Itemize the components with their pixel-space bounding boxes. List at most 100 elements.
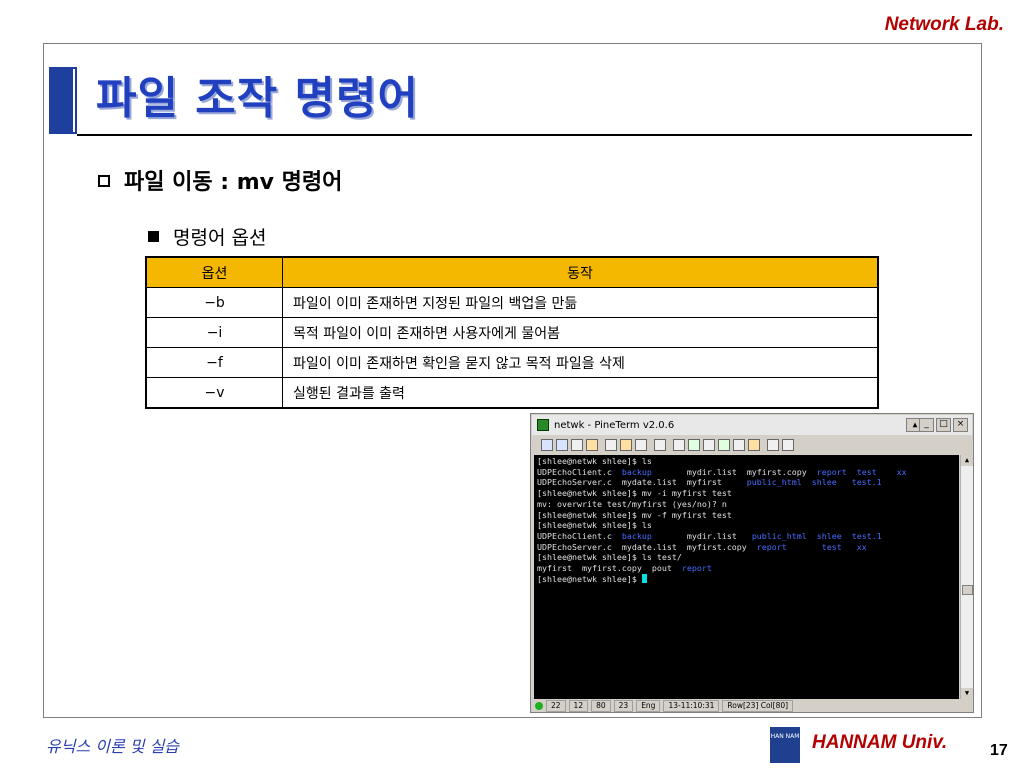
new-session-icon[interactable]: [541, 439, 553, 451]
terminal-text: UDPEchoServer.c mydate.list myfirst: [537, 477, 747, 488]
terminal-line: [shlee@netwk shlee]$ mv -f myfirst test: [537, 510, 956, 521]
terminal-text: [shlee@netwk shlee]$ ls: [537, 456, 652, 466]
settings-icon[interactable]: [703, 439, 715, 451]
scroll-down-icon[interactable]: ▼: [961, 688, 973, 699]
terminal-line: myfirst myfirst.copy pout report: [537, 563, 956, 574]
square-bullet-icon: [148, 231, 159, 242]
terminal-line: UDPEchoServer.c mydate.list myfirst publ…: [537, 477, 956, 488]
terminal-text: UDPEchoClient.c: [537, 530, 622, 541]
terminal-text: report: [681, 563, 712, 574]
course-title: 유닉스 이론 및 실습: [46, 737, 180, 756]
connection-status-icon: [535, 702, 543, 710]
terminal-text: mydir.list: [651, 530, 752, 541]
terminal-line: [shlee@netwk shlee]$ ls: [537, 456, 956, 467]
title-accent-bar: [49, 67, 77, 134]
status-field: Eng: [636, 700, 661, 712]
close-button[interactable]: ×: [953, 418, 968, 432]
table-cell-option: −b: [145, 287, 283, 318]
header-brand: Network Lab.: [884, 14, 1004, 35]
terminal-line: mv: overwrite test/myfirst (yes/no)? n: [537, 499, 956, 510]
status-field: 22: [546, 700, 566, 712]
terminal-text: [shlee@netwk shlee]$: [537, 573, 642, 584]
terminal-icon[interactable]: [733, 439, 745, 451]
terminal-cursor: [641, 573, 647, 583]
slide-title: 파일 조작 명령어: [96, 73, 419, 124]
title-divider: [77, 134, 972, 136]
table-cell-option: −f: [145, 347, 283, 378]
table-header-action: 동작: [282, 256, 879, 288]
terminal-line: [shlee@netwk shlee]$ ls test/: [537, 552, 956, 563]
table-row: −f 파일이 이미 존재하면 확인을 묻지 않고 목적 파일을 삭제: [145, 347, 879, 378]
transfer-icon[interactable]: [673, 439, 685, 451]
table-row: −i 목적 파일이 이미 존재하면 사용자에게 물어봄: [145, 317, 879, 348]
bullet-main-text: 파일 이동 : mv 명령어: [124, 170, 343, 195]
status-field: 13-11:10:31: [663, 700, 720, 712]
table-cell-desc: 실행된 결과를 출력: [282, 377, 879, 409]
terminal-text: backup: [621, 466, 652, 477]
terminal-titlebar[interactable]: netwk - PineTerm v2.0.6 ▲ _ □ ×: [532, 415, 972, 435]
find-icon[interactable]: [635, 439, 647, 451]
status-field: 80: [591, 700, 611, 712]
terminal-text: [shlee@netwk shlee]$ mv -i myfirst test: [537, 488, 732, 499]
table-row: −v 실행된 결과를 출력: [145, 377, 879, 409]
terminal-text: mydir.list myfirst.copy: [651, 466, 817, 477]
status-field: 23: [613, 700, 634, 712]
terminal-text: public_html shlee test.1: [751, 530, 882, 541]
table-row: −b 파일이 이미 존재하면 지정된 파일의 백업을 만듦: [145, 287, 879, 318]
terminal-app-icon: [537, 419, 549, 431]
university-logo: HAN NAM: [770, 727, 800, 763]
screen-icon[interactable]: [767, 439, 779, 451]
terminal-screen[interactable]: [shlee@netwk shlee]$ ls UDPEchoClient.c b…: [534, 455, 959, 699]
status-field: 12: [568, 700, 589, 712]
terminal-text: UDPEchoClient.c: [537, 466, 622, 477]
save-log-icon[interactable]: [586, 439, 598, 451]
terminal-line: UDPEchoServer.c mydate.list myfirst.copy…: [537, 542, 956, 553]
open-session-icon[interactable]: [556, 439, 568, 451]
university-name: HANNAM Univ.: [812, 732, 948, 753]
terminal-text: backup: [621, 530, 652, 541]
minimize-button[interactable]: _: [919, 418, 934, 432]
terminal-line: [shlee@netwk shlee]$: [537, 573, 956, 585]
terminal-text: report test xx: [816, 466, 907, 477]
terminal-text: report test xx: [756, 541, 867, 552]
window-controls: _ □ ×: [919, 418, 968, 432]
edit-icon[interactable]: [748, 439, 760, 451]
maximize-button[interactable]: □: [936, 418, 951, 432]
terminal-line: [shlee@netwk shlee]$ mv -i myfirst test: [537, 488, 956, 499]
terminal-title: netwk - PineTerm v2.0.6: [554, 419, 675, 431]
paste-icon[interactable]: [620, 439, 632, 451]
terminal-line: UDPEchoClient.c backup mydir.list public…: [537, 531, 956, 542]
table-cell-desc: 파일이 이미 존재하면 확인을 묻지 않고 목적 파일을 삭제: [282, 347, 879, 378]
table-cell-option: −i: [145, 317, 283, 348]
terminal-text: UDPEchoServer.c mydate.list myfirst.copy: [537, 541, 757, 552]
terminal-statusbar: 22 12 80 23 Eng 13-11:10:31 Row[23] Col[…: [533, 700, 971, 712]
key-icon[interactable]: [688, 439, 700, 451]
terminal-text: [shlee@netwk shlee]$ ls test/: [537, 552, 682, 563]
bullet-sub: 명령어 옵션: [148, 223, 266, 250]
terminal-toolbar: [533, 436, 971, 454]
table-cell-desc: 파일이 이미 존재하면 지정된 파일의 백업을 만듦: [282, 287, 879, 318]
terminal-text: [shlee@netwk shlee]$ mv -f myfirst test: [537, 509, 732, 520]
terminal-text: myfirst myfirst.copy pout: [537, 563, 682, 574]
scroll-thumb[interactable]: [962, 585, 973, 595]
terminal-line: [shlee@netwk shlee]$ ls: [537, 520, 956, 531]
table-cell-desc: 목적 파일이 이미 존재하면 사용자에게 물어봄: [282, 317, 879, 348]
scroll-up-icon[interactable]: ▲: [961, 455, 973, 466]
print-icon[interactable]: [654, 439, 666, 451]
terminal-line: UDPEchoClient.c backup mydir.list myfirs…: [537, 467, 956, 478]
disconnect-icon[interactable]: [571, 439, 583, 451]
table-header-row: 옵션 동작: [145, 256, 879, 288]
table-cell-option: −v: [145, 377, 283, 409]
page-number: 17: [990, 742, 1008, 759]
copy-icon[interactable]: [605, 439, 617, 451]
terminal-scrollbar[interactable]: ▲ ▼: [960, 455, 973, 699]
color-icon[interactable]: [718, 439, 730, 451]
exit-icon[interactable]: [782, 439, 794, 451]
terminal-window[interactable]: netwk - PineTerm v2.0.6 ▲ _ □ × [shlee@n…: [530, 413, 974, 713]
terminal-text: mv: overwrite test/myfirst (yes/no)? n: [537, 498, 727, 509]
terminal-text: [shlee@netwk shlee]$ ls: [537, 520, 652, 531]
options-table: 옵션 동작 −b 파일이 이미 존재하면 지정된 파일의 백업을 만듦 −i 목…: [145, 256, 879, 409]
bullet-sub-text: 명령어 옵션: [173, 227, 267, 249]
table-header-option: 옵션: [145, 256, 283, 288]
bullet-main: 파일 이동 : mv 명령어: [98, 164, 342, 196]
